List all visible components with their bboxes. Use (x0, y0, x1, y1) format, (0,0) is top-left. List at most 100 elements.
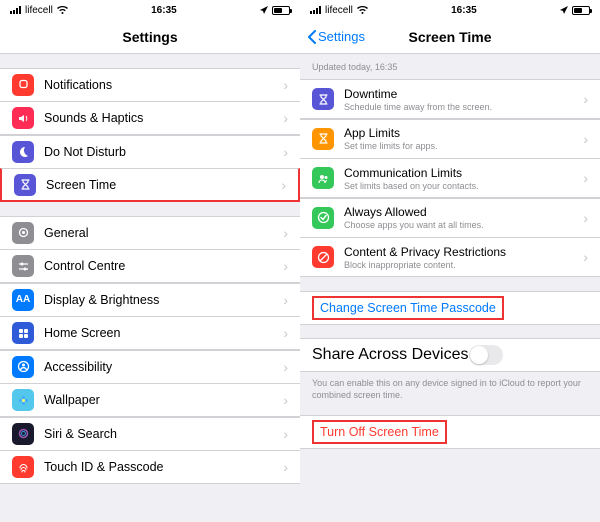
wifi-icon (57, 6, 68, 14)
content-icon (312, 246, 334, 268)
display-icon: AA (12, 289, 34, 311)
chevron-right-icon: › (583, 170, 588, 186)
chevron-right-icon: › (283, 292, 288, 308)
settings-row-dnd[interactable]: Do Not Disturb › (0, 135, 300, 169)
back-label: Settings (318, 29, 365, 44)
row-sublabel: Set time limits for apps. (344, 141, 579, 151)
settings-row-control[interactable]: Control Centre› (0, 249, 300, 283)
chevron-right-icon: › (283, 325, 288, 341)
share-across-footer: You can enable this on any device signed… (300, 372, 600, 407)
screentime-row-applimits[interactable]: App LimitsSet time limits for apps. › (300, 119, 600, 159)
change-passcode-row[interactable]: Change Screen Time Passcode (300, 291, 600, 325)
back-button[interactable]: Settings (308, 29, 365, 44)
page-title: Settings (122, 29, 177, 45)
battery-icon (272, 6, 290, 15)
chevron-right-icon: › (583, 249, 588, 265)
row-label: Always Allowed (344, 205, 579, 219)
chevron-right-icon: › (283, 225, 288, 241)
battery-icon (572, 6, 590, 15)
share-across-label: Share Across Devices (312, 346, 469, 364)
allowed-icon (312, 207, 334, 229)
row-label: Accessibility (44, 360, 279, 374)
change-passcode-link[interactable]: Change Screen Time Passcode (312, 296, 504, 320)
row-label: App Limits (344, 126, 579, 140)
chevron-right-icon: › (583, 91, 588, 107)
chevron-right-icon: › (283, 144, 288, 160)
settings-row-touchid[interactable]: Touch ID & Passcode› (0, 450, 300, 484)
signal-icon (310, 6, 321, 14)
carrier-label: lifecell (25, 5, 53, 16)
turn-off-link[interactable]: Turn Off Screen Time (312, 420, 447, 444)
status-bar: lifecell 16:35 (300, 0, 600, 20)
status-time: 16:35 (151, 5, 177, 16)
left-screen: lifecell 16:35 Settings Notifications›So… (0, 0, 300, 522)
right-screen: lifecell 16:35 Settings Screen Time Upda… (300, 0, 600, 522)
status-bar: lifecell 16:35 (0, 0, 300, 20)
signal-icon (10, 6, 21, 14)
row-label: General (44, 226, 279, 240)
chevron-left-icon (308, 30, 316, 44)
nav-bar: Settings Screen Time (300, 20, 600, 54)
chevron-right-icon: › (283, 392, 288, 408)
settings-row-wallpaper[interactable]: Wallpaper › (0, 383, 300, 417)
home-icon (12, 322, 34, 344)
settings-row-screentime[interactable]: Screen Time › (0, 168, 300, 202)
turn-off-row[interactable]: Turn Off Screen Time (300, 415, 600, 449)
chevron-right-icon: › (283, 77, 288, 93)
settings-row-accessibility[interactable]: Accessibility › (0, 350, 300, 384)
settings-row-general[interactable]: General › (0, 216, 300, 250)
downtime-icon (312, 88, 334, 110)
share-across-row[interactable]: Share Across Devices (300, 338, 600, 372)
settings-row-display[interactable]: AA Display & Brightness › (0, 283, 300, 317)
chevron-right-icon: › (283, 426, 288, 442)
carrier-label: lifecell (325, 5, 353, 16)
share-across-toggle[interactable] (469, 345, 503, 365)
row-label: Screen Time (46, 178, 277, 192)
row-label: Siri & Search (44, 427, 279, 441)
settings-row-home[interactable]: Home Screen › (0, 316, 300, 350)
sounds-icon (12, 107, 34, 129)
chevron-right-icon: › (281, 177, 286, 193)
location-icon (560, 6, 568, 14)
page-title: Screen Time (408, 29, 491, 45)
control-icon (12, 255, 34, 277)
screentime-row-commlimits[interactable]: Communication LimitsSet limits based on … (300, 158, 600, 198)
status-time: 16:35 (451, 5, 477, 16)
accessibility-icon (12, 356, 34, 378)
commlimits-icon (312, 167, 334, 189)
wifi-icon (357, 6, 368, 14)
general-icon (12, 222, 34, 244)
row-label: Wallpaper (44, 393, 279, 407)
applimits-icon (312, 128, 334, 150)
row-label: Downtime (344, 87, 579, 101)
screentime-icon (14, 174, 36, 196)
wallpaper-icon (12, 389, 34, 411)
nav-bar: Settings (0, 20, 300, 54)
screentime-row-allowed[interactable]: Always AllowedChoose apps you want at al… (300, 198, 600, 238)
chevron-right-icon: › (583, 210, 588, 226)
row-sublabel: Set limits based on your contacts. (344, 181, 579, 191)
chevron-right-icon: › (283, 359, 288, 375)
screentime-row-content[interactable]: Content & Privacy RestrictionsBlock inap… (300, 237, 600, 277)
row-label: Do Not Disturb (44, 145, 279, 159)
row-sublabel: Schedule time away from the screen. (344, 102, 579, 112)
row-label: Display & Brightness (44, 293, 279, 307)
settings-row-notifications[interactable]: Notifications › (0, 68, 300, 102)
row-sublabel: Block inappropriate content. (344, 260, 579, 270)
screentime-row-downtime[interactable]: DowntimeSchedule time away from the scre… (300, 79, 600, 119)
chevron-right-icon: › (583, 131, 588, 147)
location-icon (260, 6, 268, 14)
settings-row-sounds[interactable]: Sounds & Haptics › (0, 101, 300, 135)
touchid-icon (12, 456, 34, 478)
row-label: Communication Limits (344, 166, 579, 180)
row-label: Sounds & Haptics (44, 111, 279, 125)
row-label: Content & Privacy Restrictions (344, 245, 579, 259)
dnd-icon (12, 141, 34, 163)
row-label: Notifications (44, 78, 279, 92)
chevron-right-icon: › (283, 459, 288, 475)
row-sublabel: Choose apps you want at all times. (344, 220, 579, 230)
siri-icon (12, 423, 34, 445)
row-label: Home Screen (44, 326, 279, 340)
chevron-right-icon: › (283, 110, 288, 126)
settings-row-siri[interactable]: Siri & Search › (0, 417, 300, 451)
